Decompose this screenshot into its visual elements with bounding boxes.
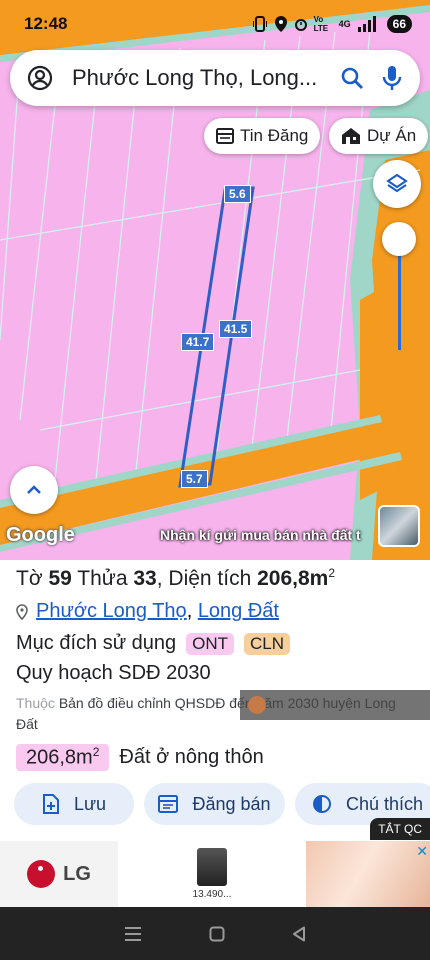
search-bar[interactable]: Phước Long Thọ, Long...: [10, 50, 420, 106]
close-ad-button[interactable]: TẮT QC: [370, 818, 430, 840]
edge-label-bottom: 5.7: [181, 470, 208, 488]
ad-product[interactable]: 13.490...: [118, 841, 306, 907]
ad-price: 13.490...: [192, 889, 232, 900]
avatar: [248, 696, 266, 714]
parcel-location: Phước Long Thọ, Long Đất: [16, 600, 279, 623]
edge-label-left: 41.7: [181, 333, 215, 351]
google-logo: Google: [6, 524, 75, 546]
chip-tin-dang[interactable]: Tin Đăng: [204, 118, 321, 154]
back-icon[interactable]: [292, 926, 306, 942]
location-icon: [274, 16, 287, 32]
battery-indicator: 66: [386, 15, 412, 33]
listing-icon: [158, 795, 179, 813]
chip-tin-dang-label: Tin Đăng: [240, 126, 309, 145]
edge-label-right: 41.5: [219, 320, 253, 338]
washer-image: [197, 848, 227, 886]
save-button[interactable]: Lưu: [14, 783, 134, 825]
post-for-sale-button[interactable]: Đăng bán: [144, 783, 285, 825]
account-icon[interactable]: [26, 64, 54, 92]
chevron-up-icon: [27, 485, 41, 494]
mini-video-overlay[interactable]: [240, 690, 430, 720]
building-icon: [342, 128, 360, 144]
layers-button[interactable]: [373, 160, 421, 208]
search-icon[interactable]: [338, 64, 366, 92]
ad-close-icon[interactable]: ✕: [416, 843, 428, 860]
area-badge: 206,8m2: [16, 744, 110, 771]
map-ad-text[interactable]: Nhận kí gửi mua bán nhà đất t: [160, 527, 361, 543]
land-purpose: Mục đích sử dụng ONT CLN: [16, 632, 291, 655]
district-link[interactable]: Long Đất: [198, 600, 279, 622]
parcel-title: Tờ 59 Thửa 33, Diện tích 206,8m2: [16, 566, 336, 590]
save-doc-icon: [42, 794, 59, 814]
ad-banner[interactable]: LG 13.490... ✕: [0, 841, 430, 907]
status-time: 12:48: [24, 14, 68, 33]
map-ad-thumbnail[interactable]: [378, 505, 420, 547]
newspaper-icon: [216, 128, 234, 144]
tag-cln[interactable]: CLN: [244, 632, 291, 655]
status-icons: Vo LTE 4G 66: [252, 15, 412, 33]
lg-circle-icon: [27, 860, 56, 888]
area-row: 206,8m2 Đất ở nông thôn: [16, 744, 264, 771]
recent-apps-icon[interactable]: [124, 926, 142, 942]
edge-label-top: 5.6: [224, 185, 251, 203]
home-icon[interactable]: [209, 926, 225, 942]
ward-link[interactable]: Phước Long Thọ: [36, 600, 187, 622]
chip-du-an[interactable]: Dự Án: [329, 118, 429, 154]
system-nav-bar: [0, 907, 430, 960]
expand-panel-button[interactable]: [10, 466, 58, 514]
plan-title: Quy hoạch SDĐ 2030: [16, 662, 211, 684]
contrast-icon: [312, 795, 331, 813]
tag-ont[interactable]: ONT: [186, 632, 235, 655]
layers-icon: [386, 173, 408, 193]
screen: 5.6 41.7 41.5 5.7 Google Nhận kí gửi mua…: [0, 0, 430, 960]
chip-du-an-label: Dự Án: [367, 126, 417, 145]
search-input[interactable]: Phước Long Thọ, Long...: [54, 65, 338, 91]
opacity-slider-track[interactable]: [398, 240, 401, 350]
status-bar: 12:48 Vo LTE 4G 66: [0, 0, 430, 48]
signal-icon: [357, 16, 376, 32]
vibrate-icon: [252, 16, 267, 32]
alarm-icon: [294, 19, 307, 31]
location-pin-icon: [16, 603, 28, 620]
ad-photo[interactable]: ✕: [306, 841, 430, 907]
network-type: 4G: [338, 19, 351, 29]
lg-logo: LG: [0, 841, 118, 907]
purpose-label: Mục đích sử dụng: [16, 632, 177, 654]
microphone-icon[interactable]: [378, 64, 406, 92]
opacity-slider-handle[interactable]: [382, 222, 416, 256]
land-type: Đất ở nông thôn: [119, 745, 264, 768]
volte-label: Vo LTE: [313, 15, 329, 33]
